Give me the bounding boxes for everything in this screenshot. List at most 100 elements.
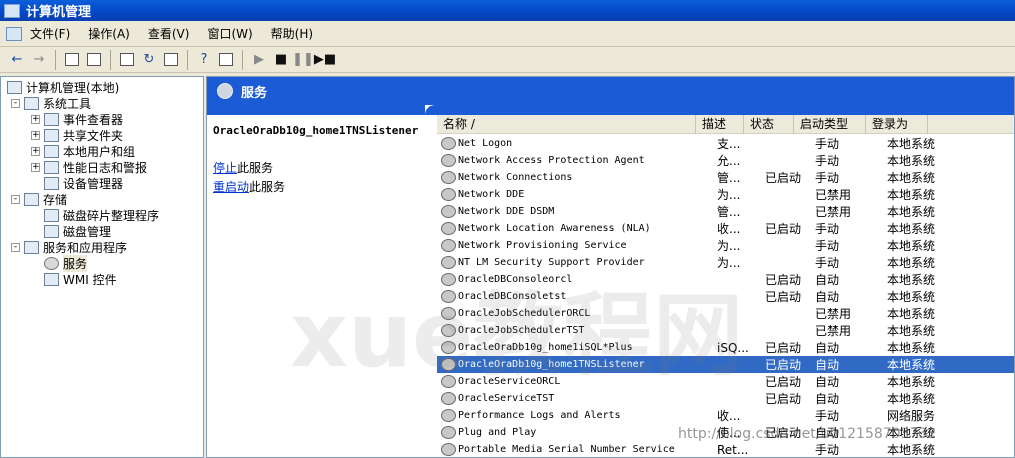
stop-link[interactable]: 停止: [213, 161, 237, 175]
computer-icon: [7, 80, 22, 94]
start-service-icon[interactable]: ▶: [248, 49, 270, 71]
service-startup-type: 手动: [815, 443, 840, 457]
column-header-logon-as[interactable]: 登录为: [866, 115, 928, 134]
expand-toggle[interactable]: +: [31, 146, 40, 156]
menu-file[interactable]: 文件(F): [30, 25, 70, 42]
table-row[interactable]: OracleDBConsoletst 已启动 自动 本地系统: [437, 288, 1014, 305]
table-row[interactable]: OracleDBConsoleorcl 已启动 自动 本地系统: [437, 271, 1014, 288]
selected-service-name: OracleOraDb10g_home1TNSListener: [213, 124, 419, 137]
service-gear-icon: [441, 443, 456, 456]
tree-item-storage[interactable]: - 存储: [11, 191, 67, 207]
service-name: OracleJobSchedulerTST: [458, 325, 585, 336]
table-row[interactable]: Network Provisioning Service 为... 手动 本地系统: [437, 237, 1014, 254]
service-status: 已启动: [765, 273, 802, 287]
restart-service-icon[interactable]: ▶■: [314, 49, 336, 71]
toolbar-separator: [110, 49, 111, 70]
console-icon[interactable]: [6, 26, 22, 41]
service-name: Network DDE DSDM: [458, 206, 555, 217]
tree-item-services[interactable]: 服务: [44, 254, 88, 272]
window-title-bar[interactable]: 计算机管理: [0, 0, 1015, 21]
stop-service-icon[interactable]: ■: [270, 49, 292, 71]
service-gear-icon: [441, 188, 456, 201]
column-header-name[interactable]: 名称 /: [437, 115, 696, 134]
tree-item-system-tools[interactable]: - 系统工具: [11, 95, 91, 111]
service-description: 收...: [717, 222, 741, 236]
service-logon-as: 本地系统: [887, 290, 936, 304]
tree-item-services-apps[interactable]: - 服务和应用程序: [11, 239, 127, 255]
tree-item-event-viewer[interactable]: + 事件查看器: [31, 111, 123, 127]
event-viewer-icon: [44, 112, 59, 126]
tree-item-performance-logs[interactable]: + 性能日志和警报: [31, 159, 147, 175]
table-row[interactable]: OracleServiceORCL 已启动 自动 本地系统: [437, 373, 1014, 390]
table-row[interactable]: Network DDE 为... 已禁用 本地系统: [437, 186, 1014, 203]
back-arrow-icon[interactable]: ←: [6, 49, 28, 71]
service-description-panel: OracleOraDb10g_home1TNSListener 停止此服务 重启…: [207, 115, 427, 457]
service-status: 已启动: [765, 358, 802, 372]
menu-bar: 文件(F) 操作(A) 查看(V) 窗口(W) 帮助(H): [0, 21, 1015, 47]
collapse-toggle[interactable]: -: [11, 98, 20, 108]
service-startup-type: 自动: [815, 290, 840, 304]
pause-service-icon[interactable]: ❚❚: [292, 49, 314, 71]
collapse-toggle[interactable]: -: [11, 242, 20, 252]
help-icon[interactable]: ?: [193, 49, 215, 71]
tree-item-shared-folders[interactable]: + 共享文件夹: [31, 127, 123, 143]
tree-item-defragmenter[interactable]: 磁盘碎片整理程序: [44, 207, 159, 223]
column-header-startup-type[interactable]: 启动类型: [794, 115, 866, 134]
tree-root[interactable]: 计算机管理(本地): [7, 79, 119, 95]
header-band: [207, 105, 425, 115]
export-list-icon[interactable]: [160, 49, 182, 71]
refresh-icon[interactable]: ↻: [138, 49, 160, 71]
table-row[interactable]: OracleJobSchedulerORCL 已禁用 本地系统: [437, 305, 1014, 322]
service-status: 已启动: [765, 222, 802, 236]
forward-arrow-icon[interactable]: →: [28, 49, 50, 71]
service-status: 已启动: [765, 171, 802, 185]
expand-toggle[interactable]: +: [31, 114, 40, 124]
tree-item-device-manager[interactable]: 设备管理器: [44, 175, 123, 191]
menu-view[interactable]: 查看(V): [148, 25, 190, 42]
services-gear-icon: [44, 256, 59, 270]
up-folder-icon[interactable]: [61, 49, 83, 71]
column-header-status[interactable]: 状态: [744, 115, 794, 134]
console-tree: 计算机管理(本地) - 系统工具 + 事件查看器 + 共享文件夹 + 本地用户和…: [0, 76, 204, 458]
tree-item-local-users[interactable]: + 本地用户和组: [31, 143, 135, 159]
service-startup-type: 手动: [815, 171, 840, 185]
service-name: Network DDE: [458, 189, 525, 200]
pane-header: 服务: [207, 77, 1014, 105]
service-logon-as: 本地系统: [887, 171, 936, 185]
table-row[interactable]: Performance Logs and Alerts 收... 手动 网络服务: [437, 407, 1014, 424]
service-name: Net Logon: [458, 138, 513, 149]
service-startup-type: 自动: [815, 392, 840, 406]
properties-icon[interactable]: [116, 49, 138, 71]
toolbar-separator: [187, 49, 188, 70]
table-row[interactable]: Network Access Protection Agent 允... 手动 本地系…: [437, 152, 1014, 169]
table-row[interactable]: Network DDE DSDM 管... 已禁用 本地系统: [437, 203, 1014, 220]
wmi-icon: [44, 272, 59, 286]
table-row[interactable]: OracleOraDb10g_home1TNSListener 已启动 自动 本地系统: [437, 356, 1014, 373]
collapse-toggle[interactable]: -: [11, 194, 20, 204]
service-gear-icon: [441, 222, 456, 235]
table-row[interactable]: Portable Media Serial Number Service Ret.…: [437, 441, 1014, 457]
service-gear-icon: [441, 256, 456, 269]
console-tree-icon[interactable]: [215, 49, 237, 71]
expand-toggle[interactable]: +: [31, 130, 40, 140]
table-row[interactable]: NT LM Security Support Provider 为... 手动 本地系…: [437, 254, 1014, 271]
table-row[interactable]: OracleJobSchedulerTST 已禁用 本地系统: [437, 322, 1014, 339]
table-row[interactable]: OracleOraDb10g_home1iSQL*Plus iSQ... 已启动 自动…: [437, 339, 1014, 356]
service-name: OracleDBConsoletst: [458, 291, 567, 302]
menu-help[interactable]: 帮助(H): [271, 25, 313, 42]
show-hide-tree-icon[interactable]: [83, 49, 105, 71]
menu-window[interactable]: 窗口(W): [207, 25, 252, 42]
service-logon-as: 本地系统: [887, 307, 936, 321]
column-header-description[interactable]: 描述: [696, 115, 744, 134]
table-row[interactable]: OracleServiceTST 已启动 自动 本地系统: [437, 390, 1014, 407]
service-gear-icon: [441, 154, 456, 167]
expand-toggle[interactable]: +: [31, 162, 40, 172]
service-name: Network Location Awareness (NLA): [458, 223, 651, 234]
menu-action[interactable]: 操作(A): [88, 25, 130, 42]
restart-link[interactable]: 重启动: [213, 180, 249, 194]
tree-item-wmi-control[interactable]: WMI 控件: [44, 271, 117, 287]
table-row[interactable]: Network Location Awareness (NLA) 收... 已启动手…: [437, 220, 1014, 237]
tree-item-disk-management[interactable]: 磁盘管理: [44, 223, 111, 239]
table-row[interactable]: Network Connections 管... 已启动 手动 本地系统: [437, 169, 1014, 186]
table-row[interactable]: Net Logon 支... 手动 本地系统: [437, 135, 1014, 152]
